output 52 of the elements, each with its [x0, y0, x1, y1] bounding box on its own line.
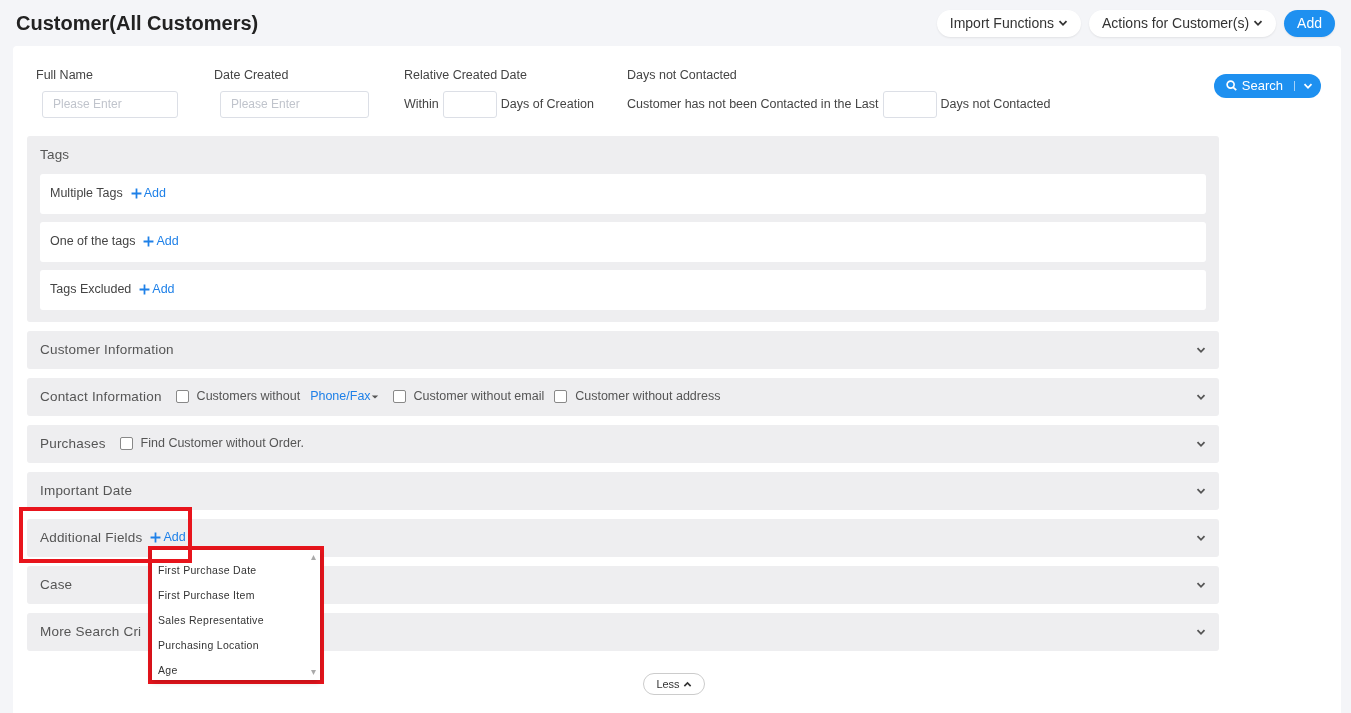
- dropdown-item[interactable]: First Purchase Item: [152, 583, 308, 609]
- checkbox[interactable]: Customer without address: [554, 387, 721, 407]
- search-icon: [1225, 80, 1237, 92]
- field-text: Days not Contacted: [940, 95, 1051, 113]
- input-field[interactable]: Please Enter: [220, 90, 369, 118]
- input-field[interactable]: Please Enter: [42, 90, 178, 118]
- menu-button[interactable]: Actions for Customer(s): [1089, 9, 1277, 37]
- scroll-up-icon: [310, 554, 317, 560]
- dropdown-item[interactable]: First Purchase Date: [152, 558, 308, 584]
- field-label: Date Created: [214, 67, 290, 84]
- plus-icon: [139, 284, 151, 296]
- section-title: Important Date: [40, 481, 133, 500]
- row-label: Tags Excluded: [50, 281, 132, 299]
- add-link[interactable]: Add: [150, 528, 186, 548]
- field-label: Full Name: [36, 67, 94, 84]
- plus-icon: [130, 188, 142, 200]
- dropdown-item[interactable]: Sales Representative: [152, 608, 308, 634]
- page-title: Customer(All Customers): [16, 11, 259, 35]
- row-label: One of the tags: [50, 233, 136, 251]
- menu-button[interactable]: Import Functions: [936, 9, 1082, 37]
- field-text: Customer has not been Contacted in the Last: [627, 95, 879, 113]
- less-button[interactable]: Less: [643, 672, 705, 696]
- input-field[interactable]: [882, 90, 937, 118]
- chevron-up-icon: [682, 679, 692, 689]
- row-label: Multiple Tags: [50, 185, 123, 203]
- checkbox[interactable]: Find Customer without Order.: [119, 434, 304, 454]
- checkbox[interactable]: Customers without: [175, 387, 301, 407]
- add-link[interactable]: Add: [130, 184, 166, 204]
- section-title: Tags: [40, 145, 70, 164]
- checkbox[interactable]: Customer without email: [392, 387, 545, 407]
- dropdown-item[interactable]: Purchasing Location: [152, 633, 308, 659]
- field-label: Relative Created Date: [404, 67, 528, 84]
- field-text: Days of Creation: [500, 95, 594, 113]
- section-title: Customer Information: [40, 340, 174, 359]
- add-link[interactable]: Add: [139, 280, 175, 300]
- dropdown-item[interactable]: Age: [152, 658, 308, 684]
- add-link[interactable]: Add: [143, 232, 179, 252]
- field-text: Within: [404, 95, 439, 113]
- section-title: Case: [40, 575, 73, 594]
- scroll-down-icon: [310, 669, 317, 675]
- chevron-down-icon: [1058, 18, 1069, 28]
- input-field[interactable]: [442, 90, 497, 118]
- plus-icon: [150, 532, 162, 544]
- section-title: More Search Cri: [40, 622, 142, 641]
- section-title: Contact Information: [40, 387, 162, 406]
- field-label: Days not Contacted: [627, 67, 738, 84]
- chevron-down-icon: [1253, 18, 1264, 28]
- section-title: Additional Fields: [40, 528, 143, 547]
- dropdown-link[interactable]: Phone/Fax: [310, 387, 379, 407]
- section-title: Purchases: [40, 434, 106, 453]
- caret-icon: [370, 392, 379, 401]
- plus-icon: [143, 236, 155, 248]
